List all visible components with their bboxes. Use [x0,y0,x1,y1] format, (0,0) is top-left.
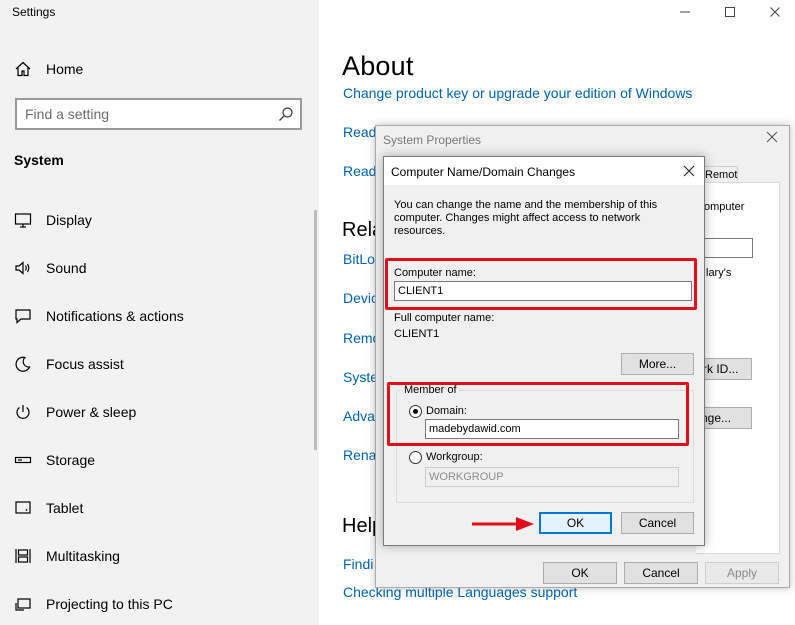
sound-icon [15,261,30,275]
more-label: More... [638,357,677,371]
related-link-system[interactable]: Syste [343,369,378,385]
dialog-ok-button[interactable]: OK [539,512,612,534]
storage-icon [14,456,32,464]
sidebar-item-sound[interactable]: Sound [14,256,304,280]
dialog-ok-label: OK [566,516,585,530]
ok-arrow-annotation [472,517,534,531]
minimize-icon [680,11,690,13]
window-close-button[interactable] [752,0,795,24]
maximize-button[interactable] [707,0,753,24]
change-product-key-link[interactable]: Change product key or upgrade your editi… [343,85,692,101]
related-link-device[interactable]: Devic [343,290,378,306]
sidebar-scrollbar[interactable] [314,210,317,450]
cancel-label: Cancel [642,566,680,580]
search-box[interactable] [15,98,302,130]
page-title: About [342,51,414,81]
related-link-bitlocker[interactable]: BitLo [343,251,375,267]
sidebar-item-label: Focus assist [46,356,124,372]
search-input[interactable] [25,105,265,123]
read-link-1[interactable]: Read [343,124,376,140]
home-nav-item[interactable]: Home [14,59,83,79]
dialog-cancel-button[interactable]: Cancel [621,512,694,534]
workgroup-input[interactable] [425,467,679,487]
network-id-button[interactable]: rk ID... [700,358,752,380]
sidebar-item-tablet[interactable]: Tablet [14,496,304,520]
sidebar-item-label: Sound [46,260,87,276]
sidebar-item-label: Display [46,212,92,228]
dialog-description: You can change the name and the membersh… [394,199,658,237]
sidebar-item-focus-assist[interactable]: Focus assist [14,352,304,376]
domain-highlight [387,382,689,446]
apply-button[interactable]: Apply [705,562,779,584]
sidebar-item-display[interactable]: Display [14,208,304,232]
dialog-cancel-label: Cancel [638,516,677,530]
app-title: Settings [12,5,56,19]
sidebar-item-label: Power & sleep [46,404,137,420]
system-properties-close-icon[interactable] [765,130,779,144]
focus-assist-icon [15,356,31,372]
close-icon [770,7,780,17]
full-computer-name-label: Full computer name: [394,312,495,324]
sidebar-item-power-sleep[interactable]: Power & sleep [14,400,304,424]
related-link-advanced[interactable]: Adva [343,408,375,424]
ok-label: OK [571,566,589,580]
section-title: System [14,152,64,168]
settings-sidebar: Settings Home System Display Sound [0,0,319,625]
dialog-close-icon[interactable] [682,164,696,178]
home-icon [15,61,31,77]
change-label: nge... [701,411,732,425]
workgroup-radio[interactable] [409,451,422,464]
maximize-icon [725,7,735,17]
notifications-icon [15,309,31,324]
sidebar-item-multitasking[interactable]: Multitasking [14,544,304,568]
computer-name-dialog: Computer Name/Domain Changes You can cha… [383,156,705,546]
multitasking-icon [15,549,31,563]
network-id-label: rk ID... [703,362,739,376]
computer-name-highlight [385,258,697,310]
sidebar-item-label: Notifications & actions [46,308,184,324]
power-icon [16,405,30,419]
minimize-button[interactable] [662,0,708,24]
tablet-icon [15,501,31,514]
system-properties-title: System Properties [383,133,482,147]
computer-description-text: omputer [704,201,745,213]
sidebar-item-label: Projecting to this PC [46,596,173,612]
system-properties-cancel-button[interactable]: Cancel [624,562,698,584]
sidebar-item-projecting[interactable]: Projecting to this PC [14,592,304,616]
sidebar-item-label: Tablet [46,500,84,516]
workgroup-label: Workgroup: [426,451,483,463]
dialog-titlebar: Computer Name/Domain Changes [384,157,704,185]
home-label: Home [46,61,84,77]
full-computer-name-value: CLIENT1 [394,328,440,340]
help-link-finding[interactable]: Findi [343,556,373,572]
read-link-2[interactable]: Read [343,163,376,179]
display-icon [14,213,32,228]
more-button[interactable]: More... [621,353,694,375]
tab-remote[interactable]: Remote [702,166,738,183]
projecting-icon [15,598,31,611]
sidebar-item-label: Multitasking [46,548,120,564]
sidebar-item-storage[interactable]: Storage [14,448,304,472]
sidebar-item-notifications[interactable]: Notifications & actions [14,304,304,328]
users-text: lary's [706,267,732,279]
search-icon[interactable] [278,106,294,122]
computer-description-field[interactable] [703,238,753,258]
system-properties-ok-button[interactable]: OK [543,562,617,584]
apply-label: Apply [726,566,758,580]
tab-remote-label: Remote [705,169,738,181]
sidebar-item-label: Storage [46,452,96,468]
dialog-title: Computer Name/Domain Changes [391,165,576,179]
